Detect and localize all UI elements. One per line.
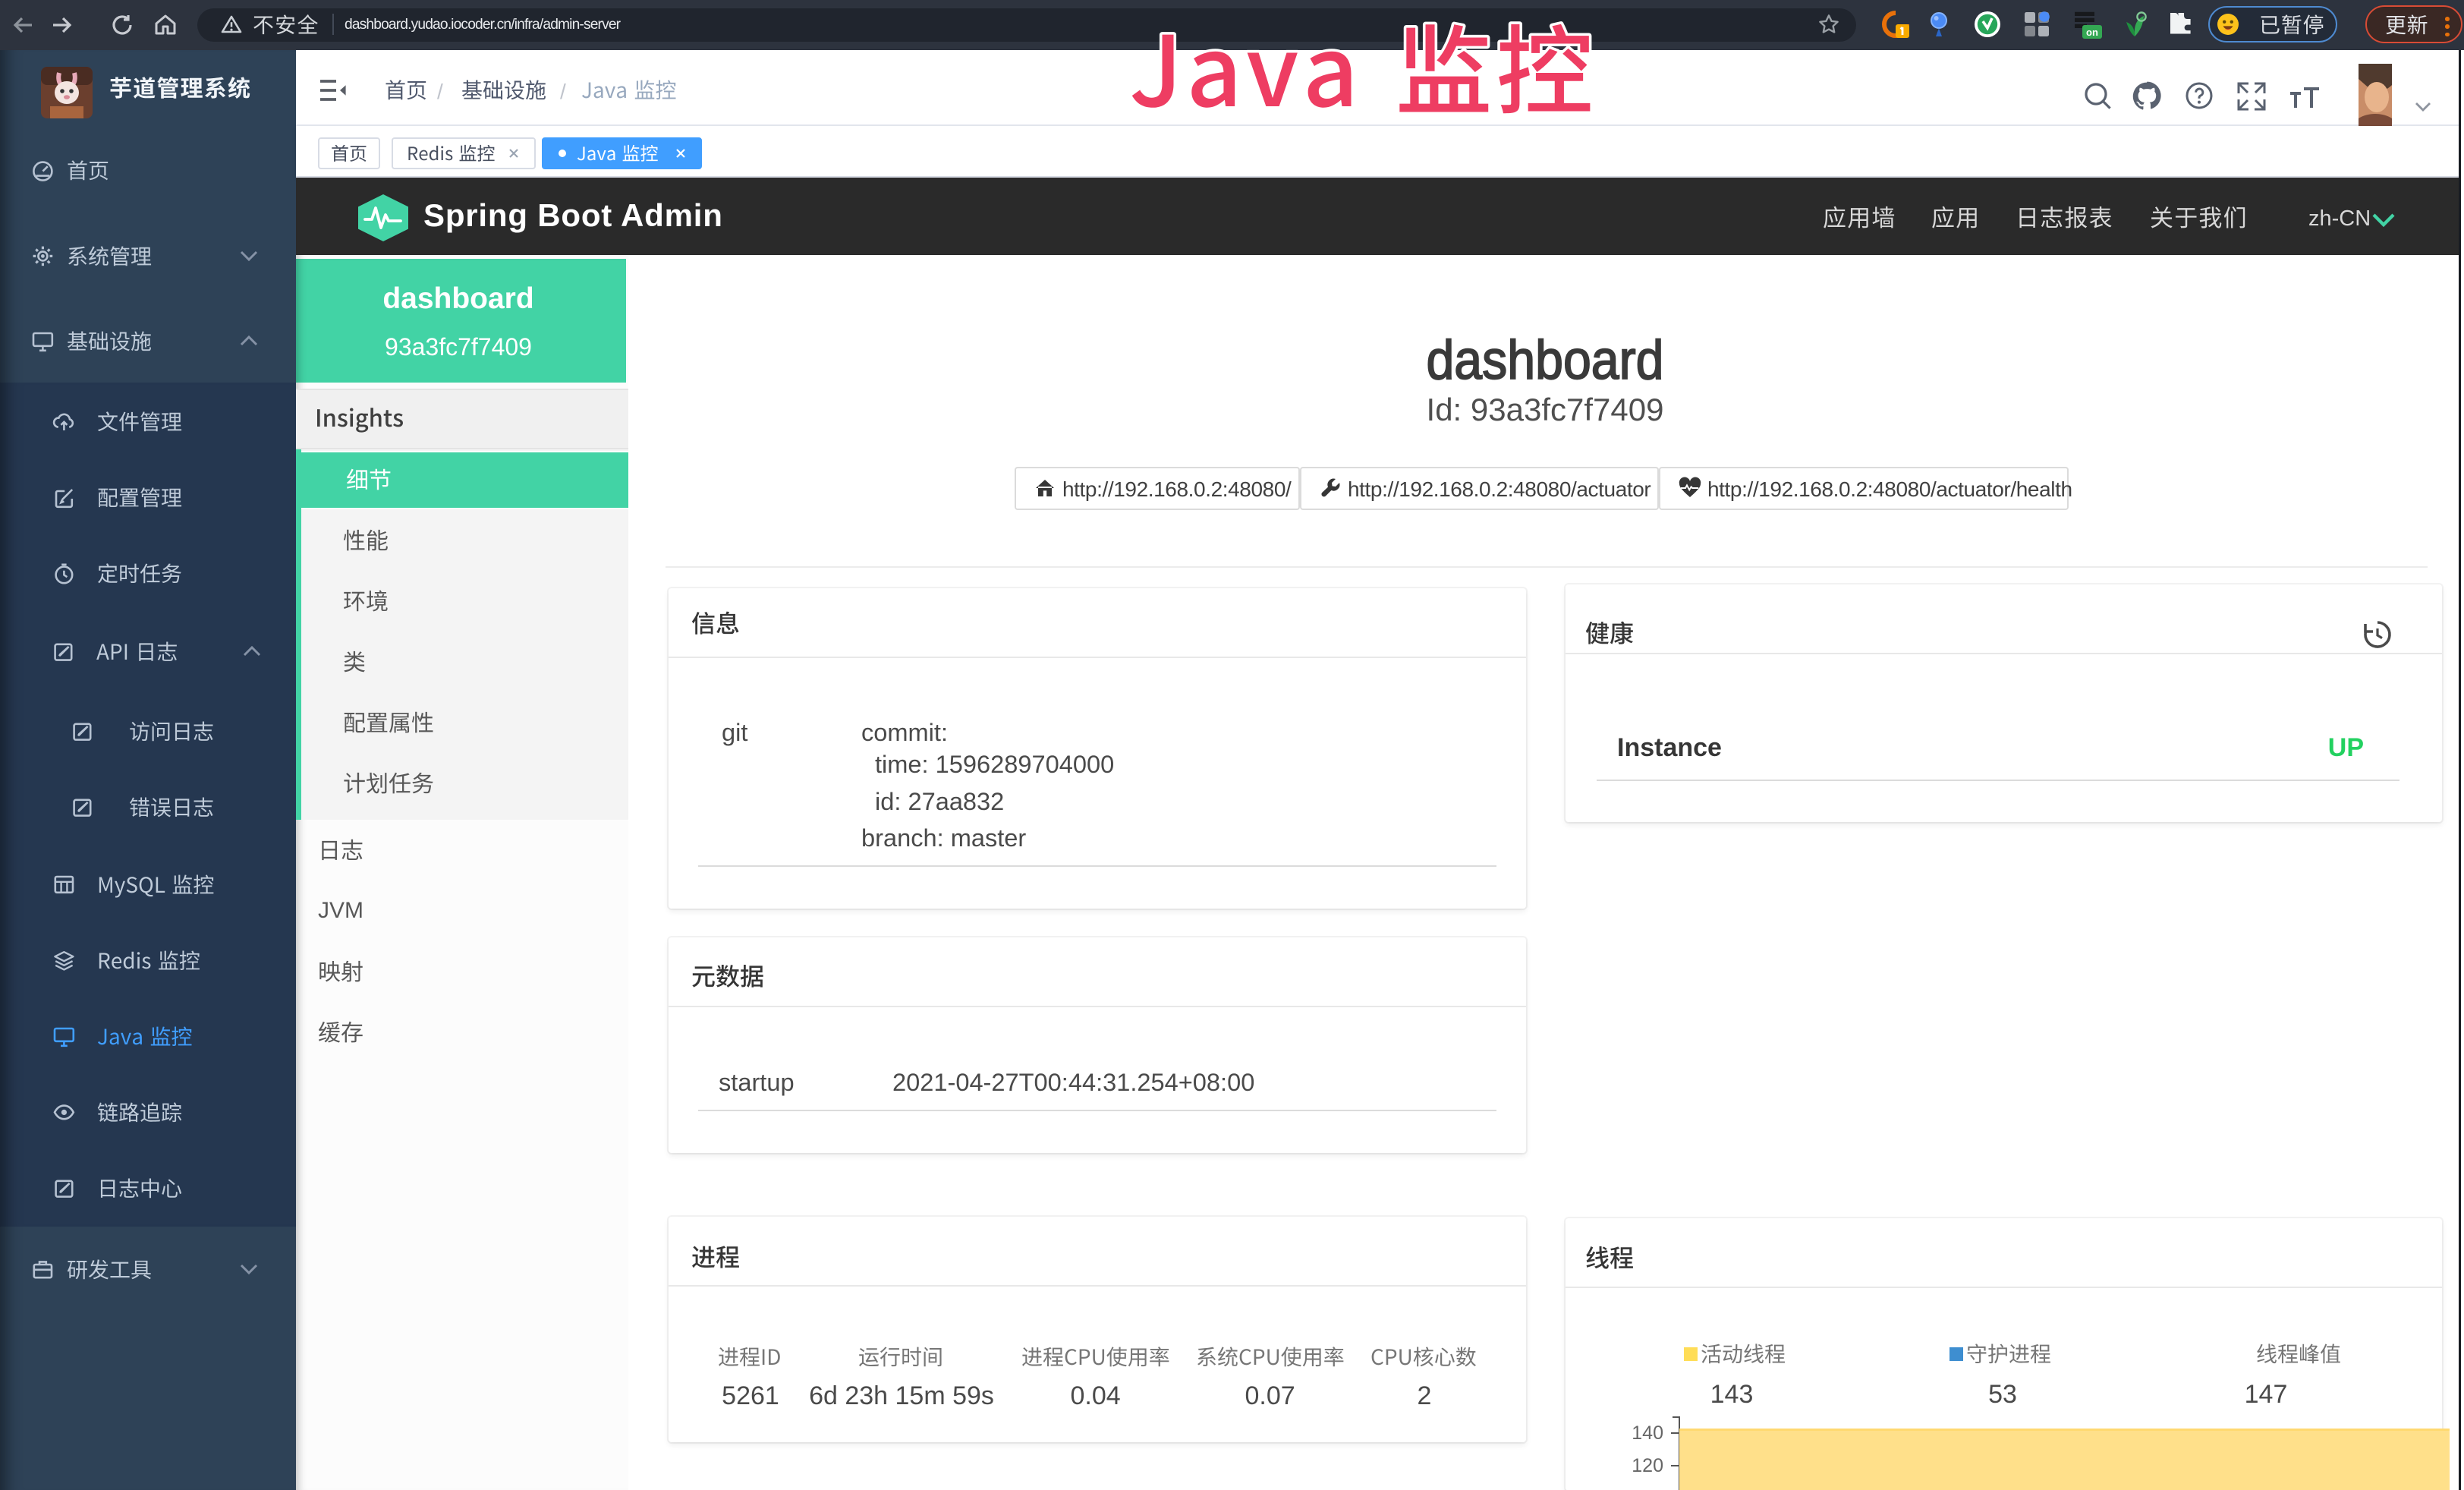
svg-text:on: on — [2086, 27, 2098, 38]
